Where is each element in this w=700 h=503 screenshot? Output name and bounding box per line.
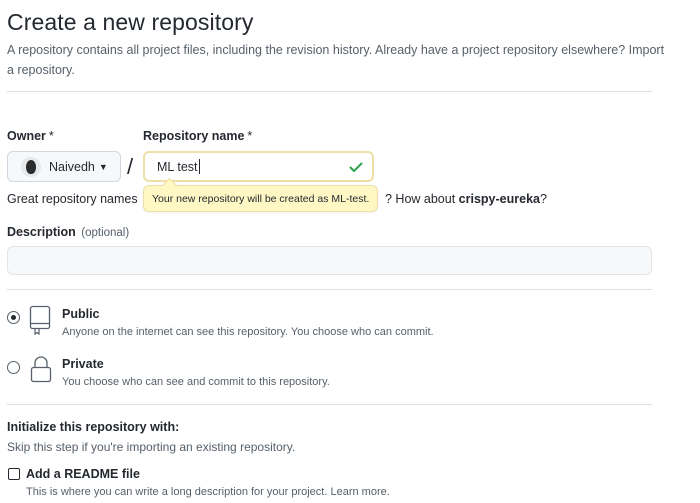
page-subtitle: A repository contains all project files,… — [7, 40, 667, 80]
lock-icon — [30, 356, 52, 383]
divider — [7, 91, 652, 92]
repo-name-label-text: Repository name — [143, 129, 245, 143]
description-input[interactable] — [7, 246, 652, 275]
repo-name-input[interactable]: ML test — [143, 151, 374, 182]
owner-select[interactable]: Naivedh ▼ — [7, 151, 121, 182]
check-icon — [349, 162, 363, 172]
owner-selected-value: Naivedh — [49, 159, 95, 174]
public-description: Anyone on the internet can see this repo… — [62, 326, 434, 338]
page-subtitle-text: A repository contains all project files,… — [7, 43, 626, 57]
initialize-description: Skip this step if you're importing an ex… — [7, 440, 296, 454]
chevron-down-icon: ▼ — [98, 161, 108, 172]
owner-label-text: Owner — [7, 129, 46, 143]
hint-how-about: ? How about — [385, 192, 456, 206]
description-optional: (optional) — [81, 227, 130, 239]
private-description: You choose who can see and commit to thi… — [62, 376, 330, 388]
page-title: Create a new repository — [7, 9, 254, 35]
avatar — [21, 156, 41, 177]
readme-checkbox[interactable] — [8, 468, 20, 480]
repo-name-label: Repository name * — [143, 129, 252, 143]
owner-label: Owner * — [7, 129, 54, 143]
divider — [7, 289, 652, 290]
description-label-text: Description — [7, 225, 76, 239]
divider — [7, 404, 652, 405]
repo-icon — [29, 305, 51, 335]
repo-name-value: ML test — [157, 159, 198, 174]
private-title: Private — [62, 357, 104, 371]
hint-question-mark: ? — [539, 192, 547, 206]
public-title: Public — [62, 307, 100, 321]
hint-text: Great repository names — [7, 192, 138, 206]
repo-name-tooltip: Your new repository will be created as M… — [143, 185, 379, 212]
description-label: Description (optional) — [7, 225, 129, 239]
text-cursor — [198, 159, 200, 174]
initialize-title: Initialize this repository with: — [7, 420, 180, 434]
suggested-name-link[interactable]: crispy-eureka — [459, 192, 540, 206]
owner-required-mark: * — [48, 129, 54, 143]
private-radio[interactable] — [7, 361, 20, 374]
public-radio[interactable] — [7, 311, 20, 324]
readme-label[interactable]: Add a README file — [26, 467, 140, 481]
repo-name-required-mark: * — [247, 129, 253, 143]
readme-description: This is where you can write a long descr… — [26, 486, 390, 498]
hint-suggestion-row: ? How about crispy-eureka? — [385, 192, 547, 206]
owner-repo-separator: / — [127, 154, 134, 179]
